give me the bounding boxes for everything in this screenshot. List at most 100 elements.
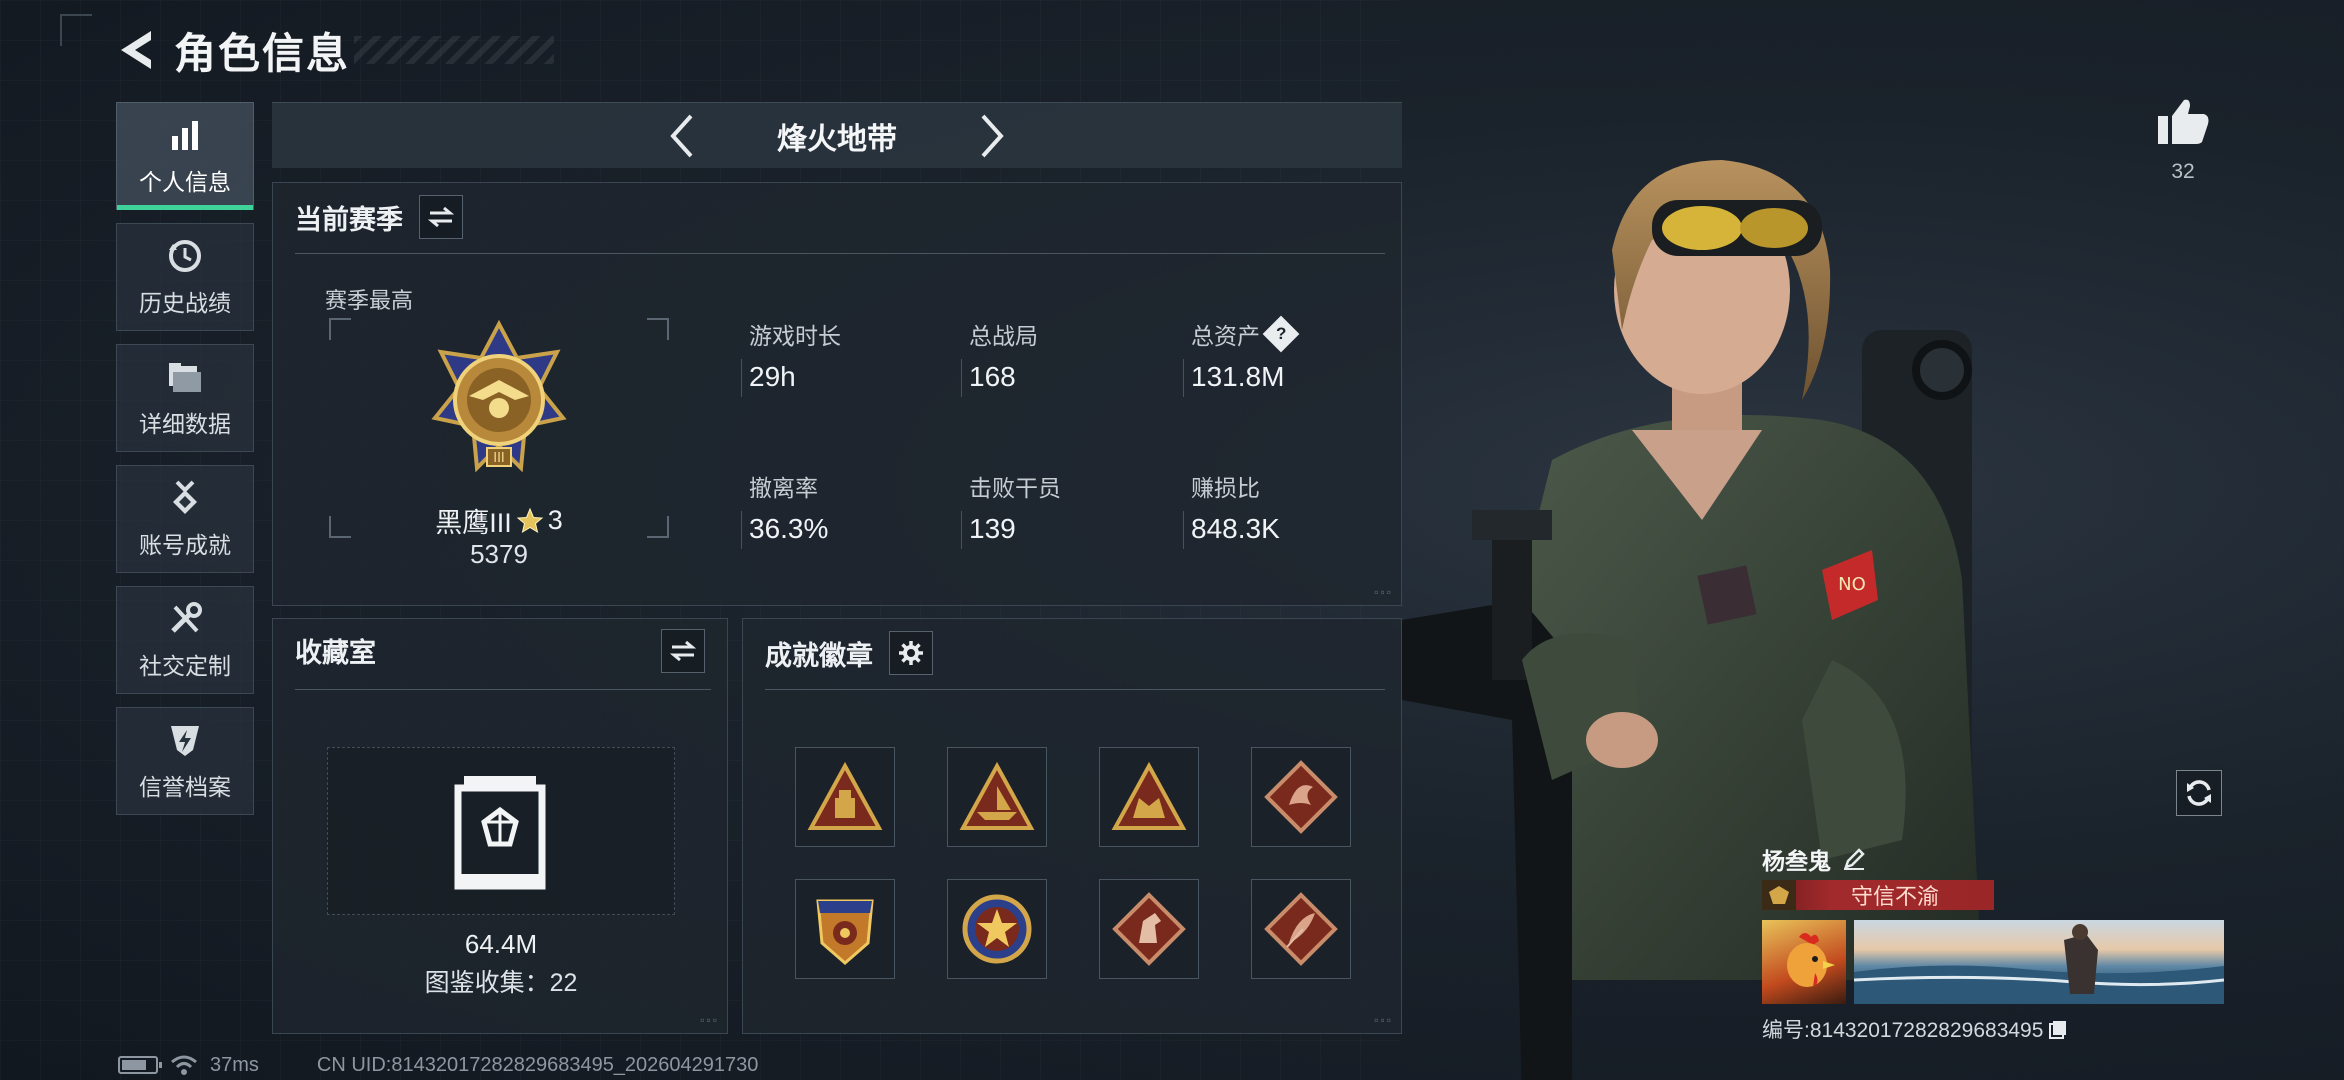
achievements-panel: 成就徽章 ▫▫▫	[742, 618, 1402, 1034]
achievement-badge-8[interactable]	[1251, 879, 1351, 979]
supply-triangle-badge-icon	[807, 762, 883, 830]
history-clock-icon	[165, 236, 205, 276]
rank-score: 5379	[470, 539, 528, 569]
sidebar-item-label: 历史战绩	[139, 290, 231, 316]
copy-id-button[interactable]	[2047, 1018, 2069, 1040]
ping-text: 37ms	[210, 1053, 259, 1076]
like-count: 32	[2171, 160, 2195, 183]
player-card-images	[1762, 920, 2224, 1004]
rank-line: 黑鹰III 3	[329, 501, 669, 540]
stat-play-time: 游戏时长 29h	[749, 317, 949, 393]
corner-decoration: ▫▫▫	[700, 1013, 719, 1027]
stat-label-text: 总资产	[1191, 323, 1260, 349]
sidebar-item-reputation[interactable]: 信誉档案	[116, 707, 254, 815]
sidebar-item-history[interactable]: 历史战绩	[116, 223, 254, 331]
collection-header-divider	[295, 689, 711, 690]
achievement-badge-2[interactable]	[947, 747, 1047, 847]
player-title-banner[interactable]: 守信不渝	[1762, 880, 1994, 910]
stat-divider	[741, 511, 742, 549]
achievement-badge-7[interactable]	[1099, 879, 1199, 979]
status-bar: 37ms CN UID:8143201728282968349​5_202604…	[118, 1052, 758, 1078]
refresh-icon	[2187, 780, 2211, 806]
namecard-background[interactable]	[1854, 920, 2224, 1004]
sidebar-item-social[interactable]: 社交定制	[116, 586, 254, 694]
copy-icon	[2049, 1021, 2067, 1039]
stat-label: 总战局	[969, 323, 1038, 349]
title-stripes-decoration	[354, 36, 555, 64]
like-button[interactable]	[2156, 96, 2210, 150]
achievement-badge-4[interactable]	[1251, 747, 1351, 847]
achievements-settings-button[interactable]	[889, 631, 933, 675]
swap-icon	[670, 640, 696, 662]
back-arrow-icon	[121, 31, 151, 69]
previous-map-button[interactable]	[652, 106, 712, 166]
help-icon[interactable]: ?	[1262, 315, 1300, 353]
folder-icon	[165, 357, 205, 397]
stat-divider	[1183, 359, 1184, 397]
edit-name-button[interactable]	[1841, 846, 1867, 872]
season-panel-header: 当前赛季	[295, 195, 463, 239]
collection-panel[interactable]: 收藏室 64.4M 图鉴收集：22 ▫▫▫	[272, 618, 728, 1034]
rooster-avatar-icon	[1787, 933, 1835, 987]
sidebar-item-label: 详细数据	[139, 411, 231, 437]
stat-divider	[1183, 511, 1184, 549]
sidebar-item-label: 信誉档案	[139, 774, 231, 800]
pencil-icon	[1844, 848, 1865, 870]
collection-switch-button[interactable]	[661, 629, 705, 673]
corner-decoration: ▫▫▫	[1374, 1013, 1393, 1027]
corner-decoration: ▫▫▫	[1374, 585, 1393, 599]
sidebar-item-achievements[interactable]: 账号成就	[116, 465, 254, 573]
achievement-badge-6[interactable]	[947, 879, 1047, 979]
stat-divider	[741, 359, 742, 397]
player-id: 编号:8143201728282968349​5	[1762, 1019, 2044, 1042]
achievements-header-divider	[765, 689, 1385, 690]
battery-icon	[118, 1056, 162, 1074]
star-icon	[516, 507, 544, 533]
stat-extraction-rate: 撤离率 36.3%	[749, 469, 949, 545]
stat-operators-defeated: 击败干员 139	[969, 469, 1169, 545]
title-emblem-icon	[1762, 880, 1796, 910]
feather-diamond-badge-icon	[1264, 892, 1338, 966]
stat-value: 36.3%	[749, 513, 829, 544]
collection-count: 图鉴收集：22	[424, 969, 578, 997]
rank-stars: 3	[547, 505, 563, 535]
sidebar-item-detailed-data[interactable]: 详细数据	[116, 344, 254, 452]
stat-value: 29h	[749, 361, 796, 392]
back-button[interactable]	[112, 22, 160, 78]
stat-value: 139	[969, 513, 1016, 544]
stat-total-matches: 总战局 168	[969, 317, 1169, 393]
player-title-text: 守信不渝	[1850, 884, 1939, 909]
achievement-badge-3[interactable]	[1099, 747, 1199, 847]
season-title: 当前赛季	[295, 204, 403, 235]
stat-label: 总资产 ?	[1191, 315, 1391, 353]
sidebar-item-label: 个人信息	[139, 169, 231, 195]
map-name: 烽火地带	[777, 122, 897, 156]
vault-display	[327, 747, 675, 915]
tools-icon	[165, 599, 205, 639]
stat-label: 击败干员	[969, 475, 1061, 501]
horse-diamond-badge-icon	[1112, 892, 1186, 966]
avatar[interactable]	[1762, 920, 1846, 1004]
achievement-badge-5[interactable]	[795, 879, 895, 979]
player-name: 杨叁鬼	[1762, 848, 1831, 874]
rotate-model-button[interactable]	[2176, 770, 2222, 816]
seascape-namecard-icon	[1854, 924, 2224, 1004]
season-panel: 当前赛季 赛季最高 III 黑鹰III 3 5379 游戏时长 29h 总战局	[272, 182, 1402, 606]
season-best-label: 赛季最高	[325, 288, 414, 313]
achievements-panel-header: 成就徽章	[765, 631, 933, 675]
stat-profit-loss-ratio: 赚损比 848.3K	[1191, 469, 1391, 545]
sidebar-item-label: 账号成就	[139, 532, 231, 558]
sidebar: 个人信息 历史战绩 详细数据 账号成就 社交定制 信誉档案	[116, 102, 254, 828]
season-switch-button[interactable]	[419, 195, 463, 239]
swap-icon	[428, 206, 454, 228]
sidebar-item-label: 社交定制	[139, 653, 231, 679]
player-card: 杨叁鬼 守信不渝 编号:8143201728282968349​5	[1762, 842, 2224, 1044]
uid-text: CN UID:8143201728282968349​5_20260429173…	[316, 1053, 759, 1076]
sidebar-item-personal-info[interactable]: 个人信息	[116, 102, 254, 210]
season-header-divider	[295, 253, 1385, 254]
next-map-button[interactable]	[962, 106, 1022, 166]
rank-badge-emblem-icon: III	[431, 319, 567, 473]
player-name-row: 杨叁鬼	[1762, 842, 2224, 876]
map-selector: 烽火地带	[272, 102, 1402, 168]
achievement-badge-1[interactable]	[795, 747, 895, 847]
